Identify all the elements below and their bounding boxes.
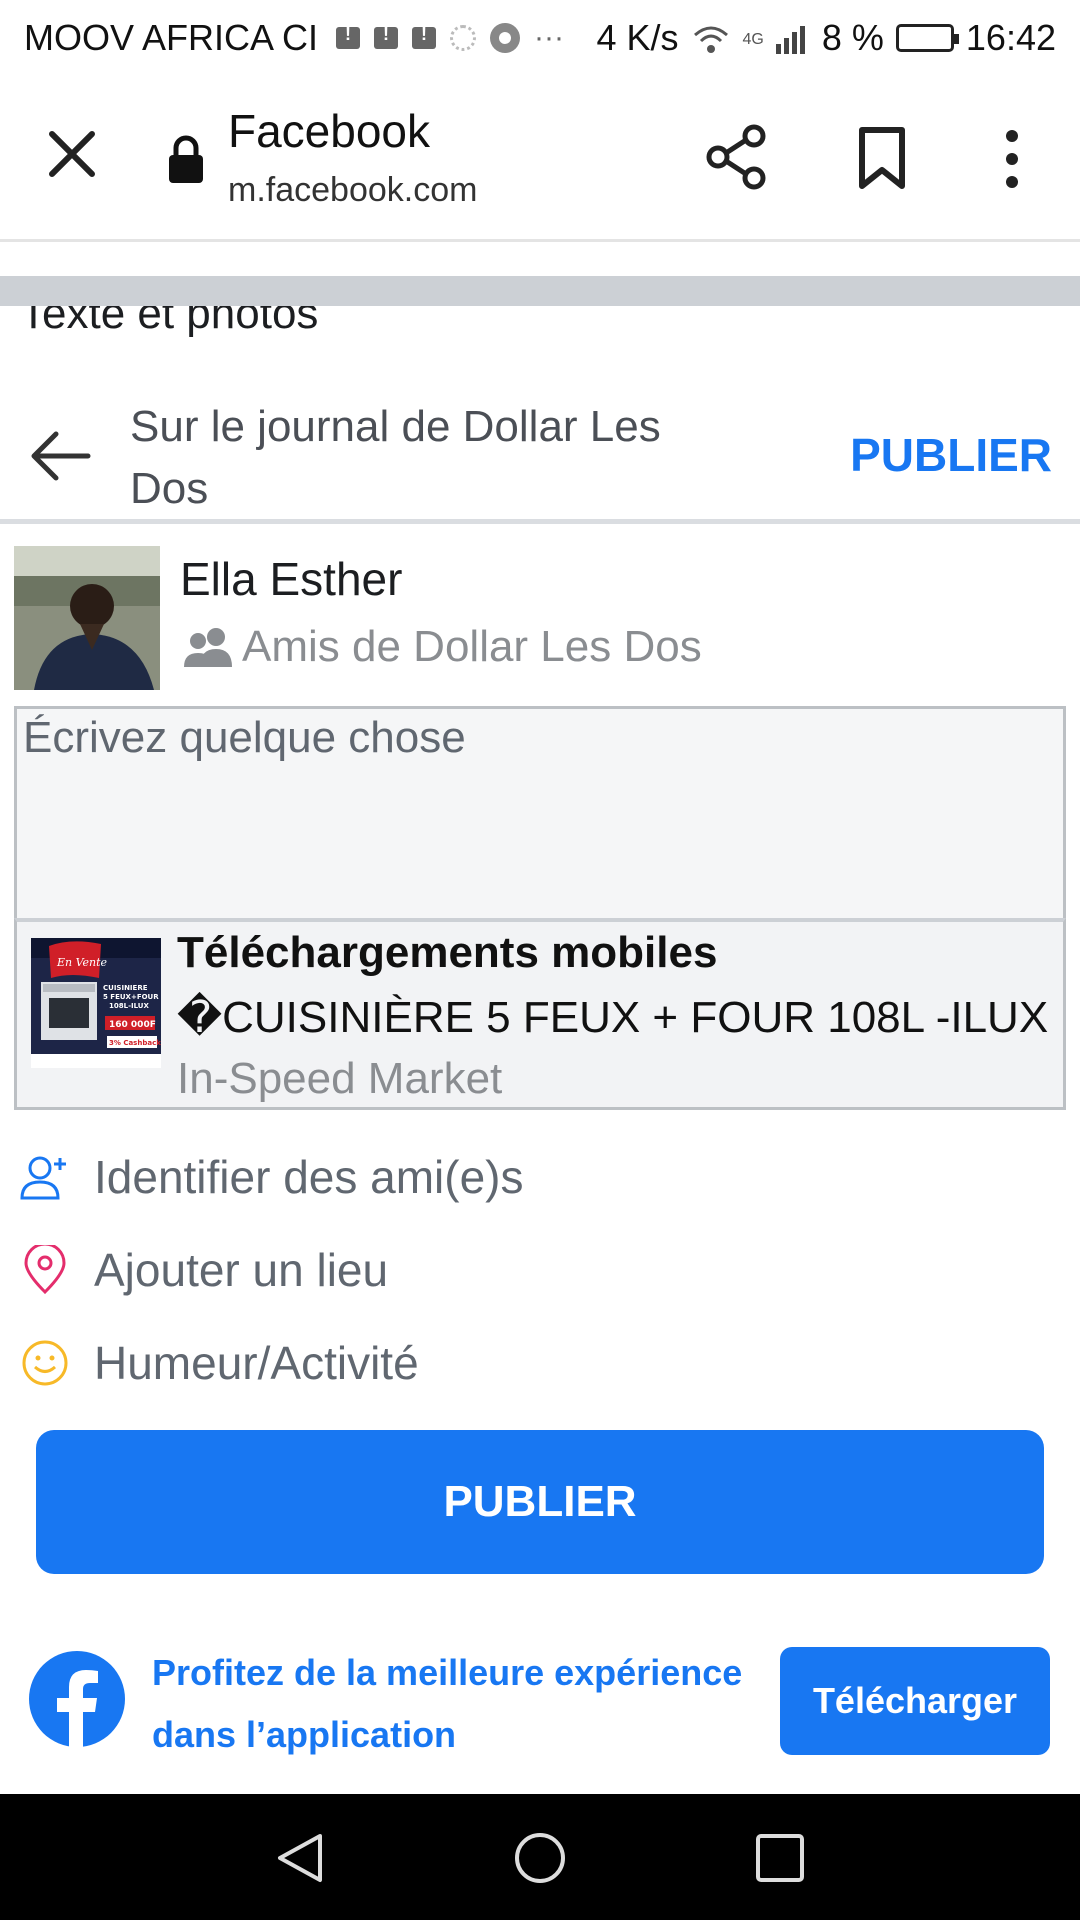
more-notifications-icon: ··· <box>534 21 565 54</box>
thumb-sale-text: En Vente <box>56 956 108 969</box>
page-title: Facebook <box>228 105 431 157</box>
link-preview-thumbnail: En Vente CUISINIERE 5 FEUX+FOUR 108L-ILU… <box>31 938 161 1068</box>
post-text-input[interactable]: Écrivez quelque chose <box>14 706 1066 918</box>
location-pin-icon <box>24 1245 66 1295</box>
compose-header: Sur le journal de Dollar Les Dos PUBLIER <box>0 388 1080 524</box>
system-nav-bar <box>0 1794 1080 1920</box>
author-name: Ella Esther <box>180 553 403 605</box>
link-preview-description: �CUISINIÈRE 5 FEUX + FOUR 108L -ILUX <box>177 993 1049 1042</box>
add-location-label: Ajouter un lieu <box>94 1244 389 1296</box>
chrome-icon <box>490 23 521 53</box>
divider-bar <box>0 276 1080 306</box>
tag-friends-label: Identifier des ami(e)s <box>94 1151 524 1203</box>
message-notification-icon <box>336 24 361 49</box>
battery-icon <box>895 24 959 52</box>
thumb-cashback: 3% Cashback <box>109 1039 161 1047</box>
publish-link[interactable]: PUBLIER <box>850 428 1052 482</box>
network-speed: 4 K/s <box>596 17 679 58</box>
page-url[interactable]: m.facebook.com <box>228 171 477 210</box>
link-preview[interactable]: En Vente CUISINIERE 5 FEUX+FOUR 108L-ILU… <box>14 918 1066 1110</box>
compose-heading: Sur le journal de Dollar Les Dos <box>130 402 661 513</box>
facebook-logo-icon <box>29 1651 125 1748</box>
thumb-product-line3: 108L-ILUX <box>109 1002 149 1010</box>
recents-nav-icon[interactable] <box>752 1830 808 1886</box>
audience-selector[interactable]: Amis de Dollar Les Dos <box>182 622 702 672</box>
status-bar: MOOV AFRICA CI ··· 4 K/s 4G 8 % 16:42 <box>0 0 1080 76</box>
download-app-button[interactable]: Télécharger <box>780 1647 1050 1755</box>
smiley-icon <box>22 1340 68 1386</box>
battery-percent: 8 % <box>821 17 884 58</box>
back-arrow-icon[interactable] <box>28 428 94 484</box>
more-options-icon[interactable] <box>994 126 1030 192</box>
thumb-price: 160 000F <box>109 1020 156 1030</box>
share-icon[interactable] <box>704 124 770 190</box>
lock-icon <box>169 135 203 183</box>
bookmark-icon[interactable] <box>856 126 908 190</box>
add-person-icon <box>20 1156 66 1200</box>
audience-label: Amis de Dollar Les Dos <box>242 622 702 671</box>
message-notification-icon <box>412 24 437 49</box>
link-preview-title: Téléchargements mobiles <box>177 928 718 977</box>
home-nav-icon[interactable] <box>512 1830 568 1886</box>
back-nav-icon[interactable] <box>272 1830 328 1886</box>
notification-icons: ··· <box>336 21 564 55</box>
link-preview-domain: In-Speed Market <box>177 1054 503 1103</box>
signal-icon <box>775 26 805 54</box>
feeling-activity-option[interactable]: Humeur/Activité <box>0 1318 1080 1408</box>
app-promo-banner: Profitez de la meilleure expérience dans… <box>0 1620 1080 1792</box>
close-icon[interactable] <box>44 126 100 182</box>
network-type: 4G <box>742 31 764 48</box>
wifi-icon <box>693 26 728 53</box>
thumb-product-line2: 5 FEUX+FOUR <box>103 993 159 1001</box>
tag-friends-option[interactable]: Identifier des ami(e)s <box>0 1132 1080 1222</box>
add-location-option[interactable]: Ajouter un lieu <box>0 1225 1080 1315</box>
avatar[interactable] <box>14 546 160 690</box>
friends-icon <box>184 628 232 667</box>
clock: 16:42 <box>965 17 1056 58</box>
app-promo-text: Profitez de la meilleure expérience dans… <box>152 1652 743 1755</box>
author-row: Ella Esther Amis de Dollar Les Dos <box>0 540 1080 690</box>
browser-toolbar: Facebook m.facebook.com <box>0 76 1080 242</box>
publish-button[interactable]: PUBLIER <box>36 1430 1044 1574</box>
fingerprint-icon <box>450 25 477 51</box>
thumb-product-line1: CUISINIERE <box>103 984 148 992</box>
feeling-activity-label: Humeur/Activité <box>94 1337 419 1389</box>
message-notification-icon <box>374 24 399 49</box>
carrier-label: MOOV AFRICA CI <box>24 17 319 58</box>
